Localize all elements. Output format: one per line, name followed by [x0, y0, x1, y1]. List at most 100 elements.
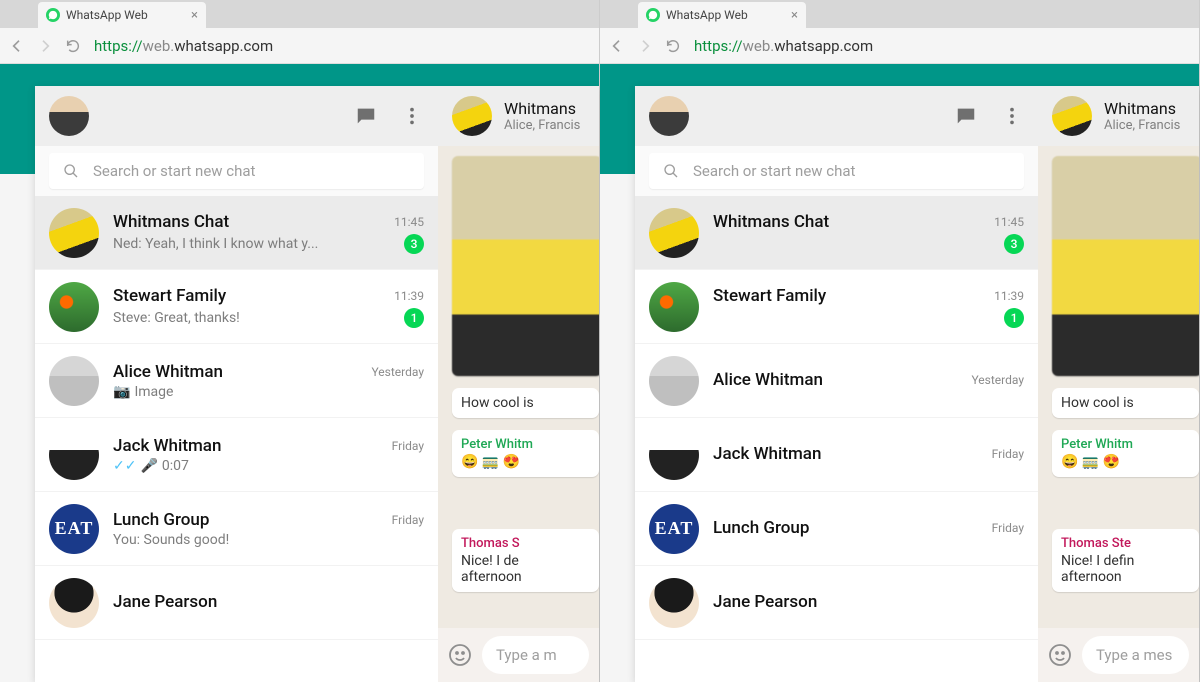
chat-time: Friday — [992, 447, 1024, 461]
chat-list-item[interactable]: EATLunch GroupFriday — [635, 492, 1038, 566]
chat-list-item[interactable]: Alice WhitmanYesterday — [635, 344, 1038, 418]
message-image[interactable] — [452, 156, 599, 376]
chat-avatar: EAT — [49, 504, 99, 554]
chat-preview: 📷Image — [113, 384, 424, 400]
conversation-avatar — [1052, 96, 1092, 136]
message-bubble[interactable]: Thomas Ste Nice! I defin afternoon — [1052, 529, 1199, 592]
search-icon — [663, 163, 679, 179]
url-domain: whatsapp.com — [174, 37, 273, 55]
chat-list-item[interactable]: Stewart Family11:391 — [635, 270, 1038, 344]
message-bubble[interactable]: Peter Whitm 😄 🚃 😍 — [452, 430, 599, 477]
message-bubble[interactable]: Thomas S Nice! I de afternoon — [452, 529, 599, 592]
chat-name: Stewart Family — [713, 286, 994, 306]
chat-time: 11:45 — [994, 215, 1024, 229]
conversation-header[interactable]: Whitmans Alice, Francis — [1038, 86, 1199, 146]
unread-badge: 3 — [1004, 234, 1024, 254]
sidebar-header — [35, 86, 438, 146]
url-subdomain: web. — [143, 37, 175, 55]
new-chat-icon[interactable] — [354, 104, 378, 128]
chat-name: Jack Whitman — [113, 436, 392, 456]
chat-list-item[interactable]: Jane Pearson — [35, 566, 438, 640]
compose-bar: Type a m — [438, 628, 599, 682]
chat-name: Stewart Family — [113, 286, 394, 306]
sidebar: Search or start new chat Whitmans Chat11… — [635, 86, 1038, 682]
chat-time: Yesterday — [371, 365, 424, 379]
new-chat-icon[interactable] — [954, 104, 978, 128]
chat-avatar — [649, 282, 699, 332]
browser-toolbar: https://web.whatsapp.com — [600, 28, 1199, 64]
back-button[interactable] — [6, 35, 28, 57]
conversation-panel: Whitmans Alice, Francis How cool is Pete… — [438, 86, 599, 682]
camera-icon: 📷 — [113, 384, 130, 400]
compose-input[interactable]: Type a mes — [1082, 636, 1189, 674]
conversation-subtitle: Alice, Francis — [504, 118, 580, 133]
chat-name: Alice Whitman — [713, 370, 971, 390]
menu-icon[interactable] — [1000, 104, 1024, 128]
search-icon — [63, 163, 79, 179]
message-bubble[interactable]: Peter Whitm 😄 🚃 😍 — [1052, 430, 1199, 477]
address-bar[interactable]: https://web.whatsapp.com — [90, 32, 593, 60]
conversation-panel: Whitmans Alice, Francis How cool is Pete… — [1038, 86, 1199, 682]
browser-window-right: WhatsApp Web × https://web.whatsapp.com — [600, 0, 1200, 682]
chat-time: Friday — [392, 513, 424, 527]
search-placeholder: Search or start new chat — [93, 162, 255, 180]
emoji-icon[interactable] — [1048, 643, 1072, 667]
chat-list-item[interactable]: Jack WhitmanFriday — [635, 418, 1038, 492]
emoji-icon[interactable] — [448, 643, 472, 667]
chat-list-item[interactable]: Jack WhitmanFriday✓✓🎤0:07 — [35, 418, 438, 492]
forward-button[interactable] — [634, 35, 656, 57]
chat-avatar — [649, 578, 699, 628]
chat-list-item[interactable]: Stewart Family11:39Steve: Great, thanks!… — [35, 270, 438, 344]
profile-avatar[interactable] — [49, 96, 89, 136]
back-button[interactable] — [606, 35, 628, 57]
chat-list-item[interactable]: EAT Lunch GroupFriday You: Sounds good! — [35, 492, 438, 566]
browser-tab[interactable]: WhatsApp Web × — [38, 2, 206, 28]
compose-input[interactable]: Type a m — [482, 636, 589, 674]
url-protocol: https:// — [94, 37, 143, 55]
chat-list-item[interactable]: Alice WhitmanYesterday📷Image — [35, 344, 438, 418]
chat-list-item[interactable]: Whitmans Chat11:45Ned: Yeah, I think I k… — [35, 196, 438, 270]
search-input[interactable]: Search or start new chat — [649, 153, 1024, 189]
conversation-avatar — [452, 96, 492, 136]
chat-avatar — [49, 356, 99, 406]
message-image[interactable] — [1052, 156, 1199, 376]
whatsapp-favicon-icon — [46, 8, 60, 22]
chat-list[interactable]: Whitmans Chat11:453Stewart Family11:391A… — [635, 196, 1038, 682]
unread-badge: 3 — [404, 234, 424, 254]
tab-title: WhatsApp Web — [66, 8, 148, 22]
close-tab-icon[interactable]: × — [791, 8, 798, 23]
menu-icon[interactable] — [400, 104, 424, 128]
address-bar[interactable]: https://web.whatsapp.com — [690, 32, 1193, 60]
forward-button[interactable] — [34, 35, 56, 57]
close-tab-icon[interactable]: × — [191, 8, 198, 23]
message-text: 😄 🚃 😍 — [461, 454, 590, 470]
chat-name: Jane Pearson — [713, 592, 1024, 612]
message-bubble[interactable]: How cool is — [452, 388, 599, 418]
search-row: Search or start new chat — [635, 146, 1038, 196]
chat-name: Lunch Group — [713, 518, 992, 538]
chat-list-item[interactable]: Jane Pearson — [635, 566, 1038, 640]
tab-title: WhatsApp Web — [666, 8, 748, 22]
chat-preview: You: Sounds good! — [113, 532, 424, 548]
chat-list[interactable]: Whitmans Chat11:45Ned: Yeah, I think I k… — [35, 196, 438, 682]
conversation-header[interactable]: Whitmans Alice, Francis — [438, 86, 599, 146]
message-bubble[interactable]: How cool is — [1052, 388, 1199, 418]
chat-name: Jack Whitman — [713, 444, 992, 464]
whatsapp-favicon-icon — [646, 8, 660, 22]
microphone-icon: 🎤 — [140, 458, 157, 474]
message-wall: How cool is Peter Whitm 😄 🚃 😍 Thomas S N… — [438, 146, 599, 602]
browser-tab[interactable]: WhatsApp Web × — [638, 2, 806, 28]
chat-avatar — [49, 578, 99, 628]
chat-list-item[interactable]: Whitmans Chat11:45 3 — [635, 196, 1038, 270]
tab-bar: WhatsApp Web × — [0, 0, 599, 28]
unread-badge: 1 — [404, 308, 424, 328]
chat-name: Lunch Group — [113, 510, 392, 530]
search-input[interactable]: Search or start new chat — [49, 153, 424, 189]
reload-button[interactable] — [662, 35, 684, 57]
chat-name: Whitmans Chat — [713, 212, 994, 232]
profile-avatar[interactable] — [649, 96, 689, 136]
reload-button[interactable] — [62, 35, 84, 57]
conversation-title: Whitmans — [504, 99, 580, 118]
browser-toolbar: https://web.whatsapp.com — [0, 28, 599, 64]
tab-bar: WhatsApp Web × — [600, 0, 1199, 28]
